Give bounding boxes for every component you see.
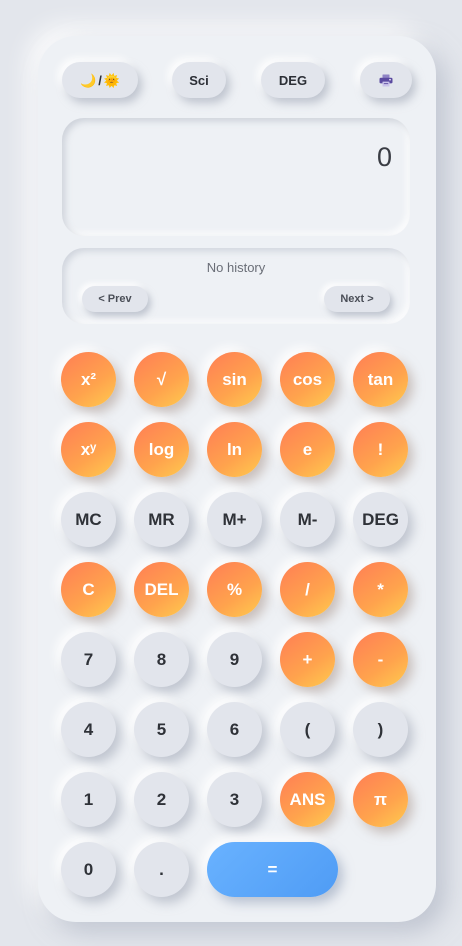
key-digit-7[interactable]: 7 [61,632,116,687]
result-display: 0 [62,118,410,236]
key-euler[interactable]: e [280,422,335,477]
key-factorial[interactable]: ! [353,422,408,477]
key-memory-add[interactable]: M+ [207,492,262,547]
angle-mode-button[interactable]: DEG [261,62,325,98]
key-clear[interactable]: C [61,562,116,617]
key-power[interactable]: xʸ [61,422,116,477]
sun-icon: 🌞 [103,72,120,88]
key-digit-4[interactable]: 4 [61,702,116,757]
key-decimal[interactable]: . [134,842,189,897]
key-delete[interactable]: DEL [134,562,189,617]
key-close-paren[interactable]: ) [353,702,408,757]
theme-toggle-button[interactable]: 🌙 / 🌞 [62,62,138,98]
calculator-panel: 🌙 / 🌞 Sci DEG 0 No history < Prev Next >… [38,36,436,922]
key-divide[interactable]: / [280,562,335,617]
key-add[interactable]: + [280,632,335,687]
key-digit-6[interactable]: 6 [207,702,262,757]
key-square[interactable]: x² [61,352,116,407]
printer-icon [379,74,393,87]
moon-icon: 🌙 [80,72,97,88]
key-pi[interactable]: π [353,772,408,827]
display-value: 0 [376,142,392,172]
key-memory-subtract[interactable]: M- [280,492,335,547]
theme-separator: / [98,72,102,88]
key-sin[interactable]: sin [207,352,262,407]
key-subtract[interactable]: - [353,632,408,687]
scientific-mode-button[interactable]: Sci [172,62,226,98]
key-log[interactable]: log [134,422,189,477]
key-memory-clear[interactable]: MC [61,492,116,547]
key-digit-3[interactable]: 3 [207,772,262,827]
key-cos[interactable]: cos [280,352,335,407]
key-digit-2[interactable]: 2 [134,772,189,827]
history-text: No history [206,260,266,275]
key-percent[interactable]: % [207,562,262,617]
key-deg[interactable]: DEG [353,492,408,547]
key-digit-8[interactable]: 8 [134,632,189,687]
key-digit-5[interactable]: 5 [134,702,189,757]
key-sqrt[interactable]: √ [134,352,189,407]
key-answer[interactable]: ANS [280,772,335,827]
key-ln[interactable]: ln [207,422,262,477]
key-digit-9[interactable]: 9 [207,632,262,687]
history-prev-button[interactable]: < Prev [82,286,148,312]
key-equals[interactable]: = [207,842,338,897]
history-panel: No history < Prev Next > [62,248,410,324]
history-next-button[interactable]: Next > [324,286,390,312]
key-open-paren[interactable]: ( [280,702,335,757]
key-multiply[interactable]: * [353,562,408,617]
key-digit-0[interactable]: 0 [61,842,116,897]
key-digit-1[interactable]: 1 [61,772,116,827]
key-memory-recall[interactable]: MR [134,492,189,547]
key-tan[interactable]: tan [353,352,408,407]
print-button[interactable] [360,62,412,98]
